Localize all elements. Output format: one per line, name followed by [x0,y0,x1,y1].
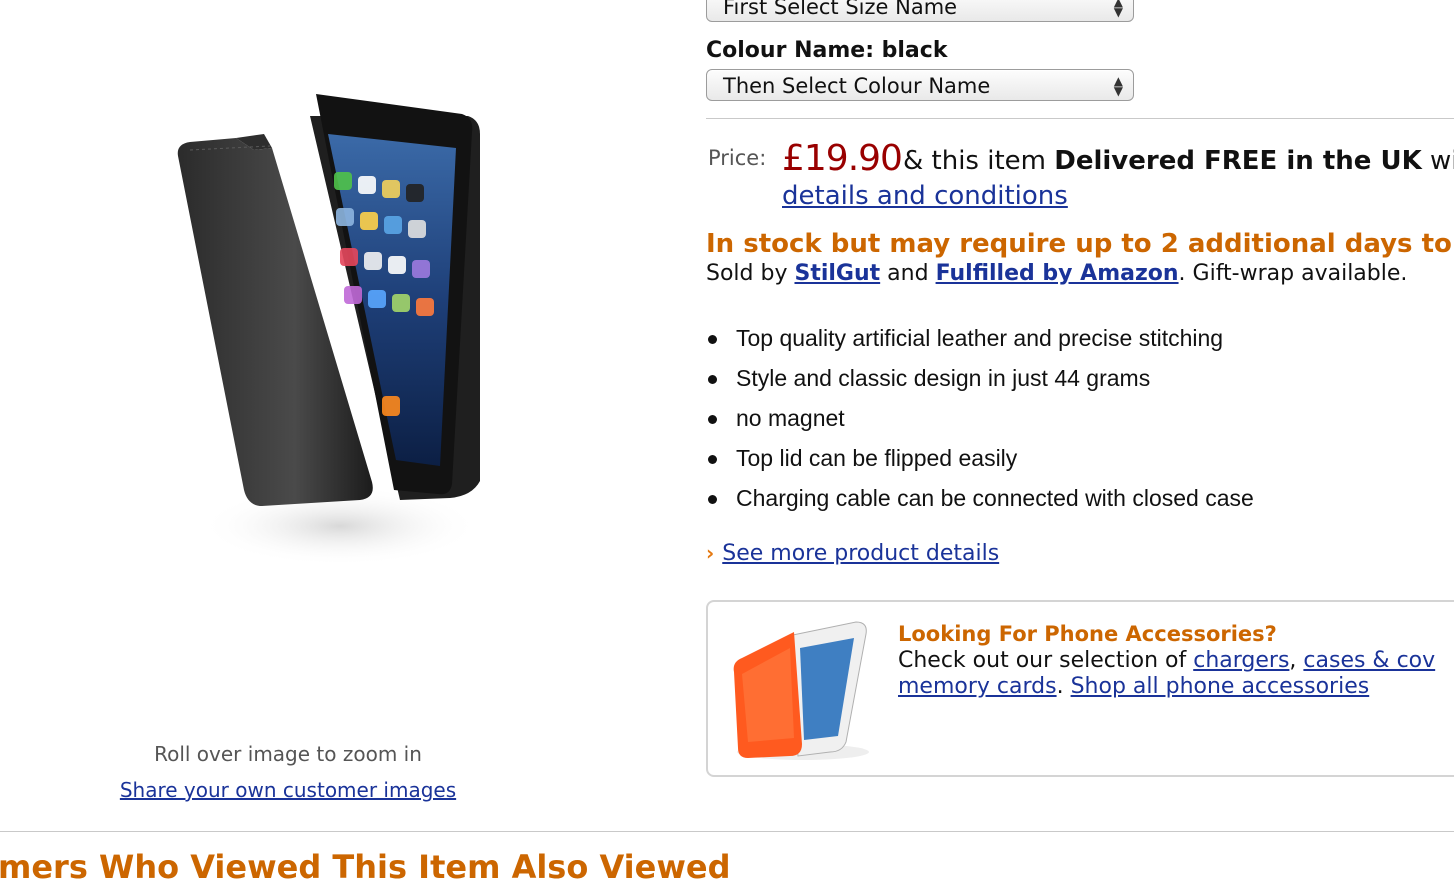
price-label: Price: [708,146,767,170]
size-select-value: First Select Size Name [723,0,958,19]
bullet-icon [708,375,717,384]
promo-phone-image[interactable] [728,618,878,762]
bullet-icon [708,415,717,424]
feature-item: Top lid can be flipped easily [706,442,1254,482]
feature-text: Top lid can be flipped easily [736,445,1018,471]
sold-by-and: and [887,261,929,286]
promo-comma: , [1289,648,1297,673]
sold-by-prefix: Sold by [706,261,788,286]
free-delivery-text: Delivered FREE in the UK [1054,146,1422,176]
chevron-right-icon: › [706,541,715,565]
shop-all-accessories-link[interactable]: Shop all phone accessories [1071,674,1370,699]
cases-link[interactable]: cases & cov [1303,648,1435,673]
bullet-icon [708,335,717,344]
feature-item: no magnet [706,402,1254,442]
feature-item: Charging cable can be connected with clo… [706,482,1254,522]
feature-item: Top quality artificial leather and preci… [706,322,1254,362]
size-select[interactable]: First Select Size Name ▲ ▼ [706,0,1134,22]
feature-text: no magnet [736,405,845,431]
promo-text: Check out our selection of chargers, cas… [898,648,1435,700]
fulfilled-by-amazon-link[interactable]: Fulfilled by Amazon [936,261,1179,286]
gift-wrap-text: . Gift-wrap available. [1178,261,1408,286]
bullet-icon [708,455,717,464]
stock-status: In stock but may require up to 2 additio… [706,229,1454,259]
sold-by-line: Sold by StilGut and Fulfilled by Amazon.… [706,261,1407,286]
promo-text-prefix: Check out our selection of [898,648,1187,673]
promo-title: Looking For Phone Accessories? [898,622,1277,646]
select-arrows-icon: ▲ ▼ [1113,0,1123,19]
feature-item: Style and classic design in just 44 gram… [706,362,1254,402]
select-arrows-icon: ▲ ▼ [1113,74,1123,98]
colour-select[interactable]: Then Select Colour Name ▲ ▼ [706,69,1134,101]
delivery-prefix: & this item [903,146,1046,176]
price-value: £19.90 [782,138,903,179]
colour-select-value: Then Select Colour Name [723,74,991,98]
feature-text: Top quality artificial leather and preci… [736,325,1224,351]
seller-link[interactable]: StilGut [794,261,880,286]
phone-accessories-promo: Looking For Phone Accessories? Check out… [706,600,1454,777]
feature-text: Charging cable can be connected with clo… [736,485,1254,511]
see-more-wrap: › See more product details [706,541,999,566]
share-customer-images-link[interactable]: Share your own customer images [120,778,456,802]
details-link-wrap: details and conditions [782,181,1068,211]
feature-text: Style and classic design in just 44 gram… [736,365,1151,391]
delivery-suffix: wi [1429,146,1454,176]
see-more-details-link[interactable]: See more product details [722,541,999,566]
colour-name-label: Colour Name: black [706,38,948,63]
section-divider [0,831,1454,832]
memory-cards-link[interactable]: memory cards [898,674,1057,699]
divider [706,118,1454,119]
share-images-link-wrap: Share your own customer images [60,778,516,802]
also-viewed-heading: mers Who Viewed This Item Also Viewed [0,848,731,886]
zoom-hint: Roll over image to zoom in [154,742,422,766]
chargers-link[interactable]: chargers [1193,648,1289,673]
feature-bullets: Top quality artificial leather and preci… [706,322,1254,522]
delivery-info: & this item Delivered FREE in the UK wi [903,146,1454,176]
promo-period: . [1056,674,1064,699]
product-image[interactable] [150,86,490,568]
details-and-conditions-link[interactable]: details and conditions [782,181,1068,211]
bullet-icon [708,495,717,504]
